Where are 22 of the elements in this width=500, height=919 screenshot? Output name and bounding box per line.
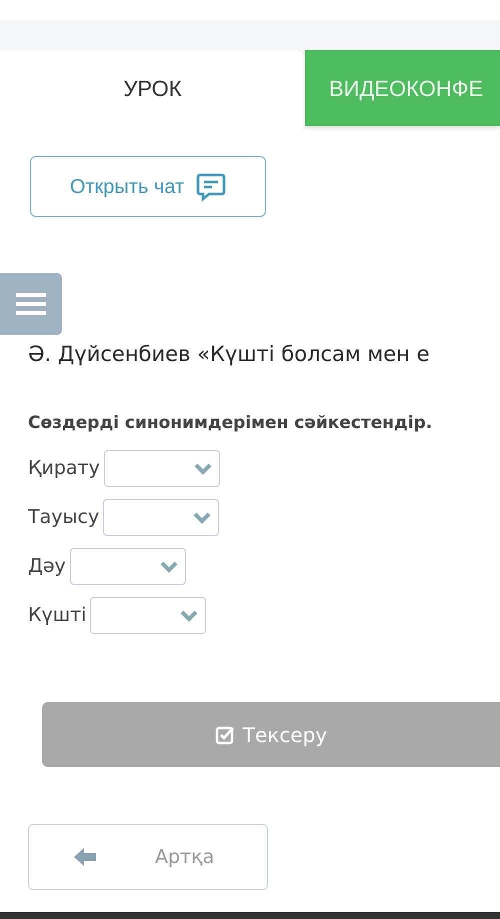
lesson-title: Ә. Дүйсенбиев «Күшті болсам мен е bbox=[28, 341, 431, 368]
menu-icon bbox=[16, 292, 46, 316]
answer-dropdown[interactable] bbox=[104, 450, 220, 487]
open-chat-button[interactable]: Открыть чат bbox=[30, 156, 266, 217]
caret-icon bbox=[158, 560, 179, 574]
answer-dropdown[interactable] bbox=[90, 597, 206, 634]
answer-dropdown[interactable] bbox=[70, 548, 186, 585]
answer-dropdown[interactable] bbox=[103, 499, 220, 536]
caret-icon bbox=[179, 608, 200, 622]
caret-icon bbox=[192, 462, 213, 476]
checkbox-icon bbox=[214, 724, 235, 744]
tab[interactable]: ВИДЕОКОНФЕ bbox=[305, 50, 500, 126]
word-label: Дәу bbox=[28, 554, 66, 580]
word-label: Тауысу bbox=[28, 505, 100, 530]
chat-icon bbox=[196, 172, 226, 202]
back-button[interactable]: Артқа bbox=[28, 824, 268, 890]
word-label: Күшті bbox=[28, 603, 86, 628]
arrow-left-icon bbox=[73, 847, 97, 867]
task-instruction: Сөздерді синонимдерімен сәйкестендір. bbox=[28, 412, 434, 434]
word-label: Қирату bbox=[28, 456, 100, 482]
caret-icon bbox=[192, 510, 212, 524]
menu-button[interactable] bbox=[0, 273, 62, 335]
